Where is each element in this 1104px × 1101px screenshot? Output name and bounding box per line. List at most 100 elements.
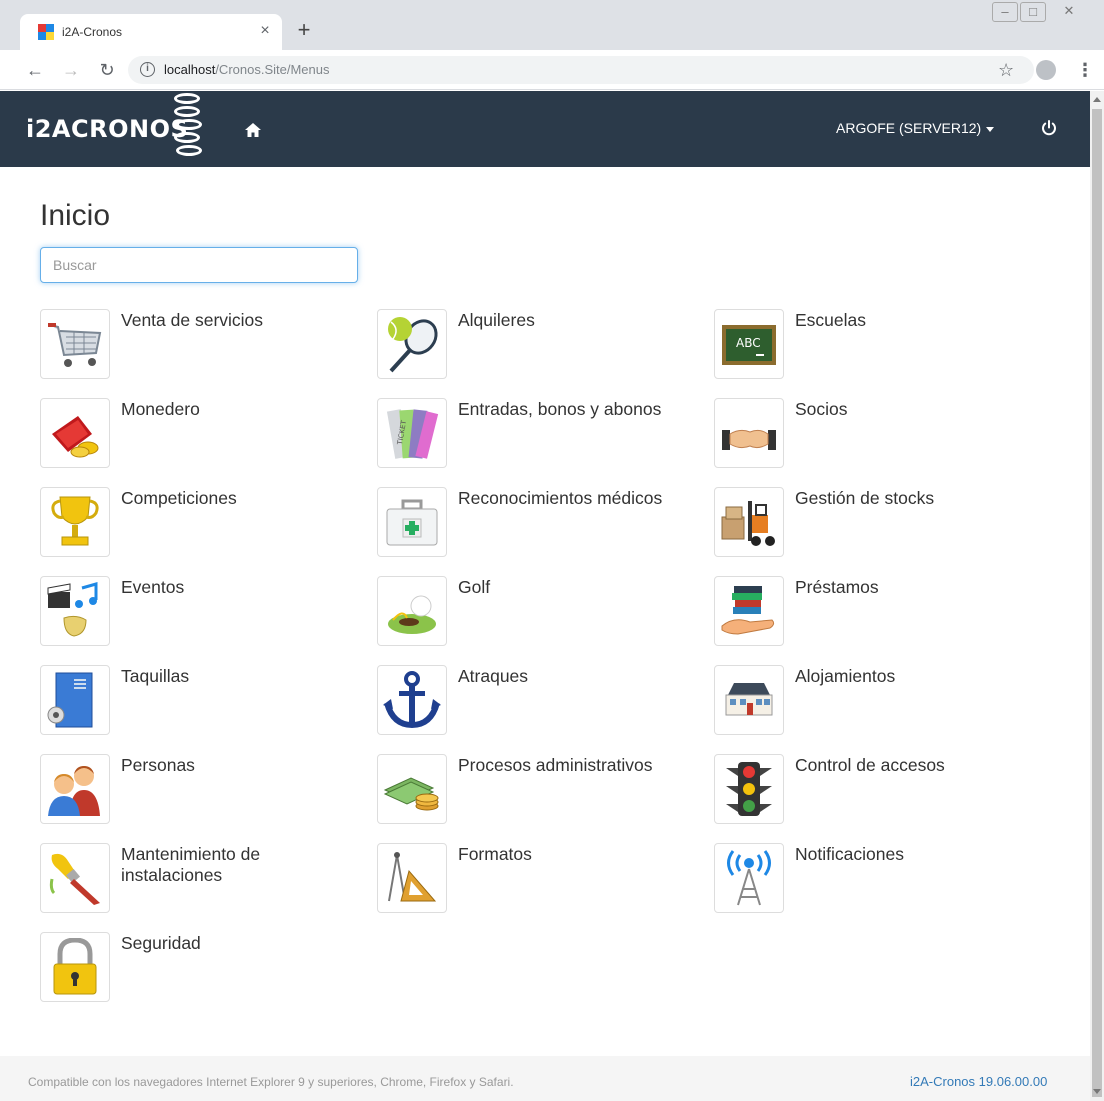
menu-item-label[interactable]: Competiciones	[121, 488, 361, 509]
browser-menu-icon[interactable]: ⋮	[1076, 60, 1094, 80]
menu-item-golf[interactable]: Golf	[377, 576, 707, 648]
menu-item-label[interactable]: Entradas, bonos y abonos	[458, 399, 698, 420]
people-icon[interactable]	[40, 754, 110, 824]
menu-item-prestamos[interactable]: Préstamos	[714, 576, 1044, 648]
house-icon[interactable]	[714, 665, 784, 735]
handshake-icon[interactable]	[714, 398, 784, 468]
menu-item-socios[interactable]: Socios	[714, 398, 1044, 470]
tab-title: i2A-Cronos	[62, 25, 123, 39]
scroll-down-arrow-icon[interactable]	[1093, 1089, 1101, 1094]
menu-item-entradas-bonos-abonos[interactable]: TICKET Entradas, bonos y abonos	[377, 398, 707, 470]
back-icon[interactable]: ←	[24, 59, 46, 81]
menu-item-label[interactable]: Control de accesos	[795, 755, 1035, 776]
maximize-icon[interactable]: □	[1020, 2, 1046, 22]
menu-item-label[interactable]: Eventos	[121, 577, 361, 598]
menu-item-label[interactable]: Notificaciones	[795, 844, 1035, 865]
wallet-icon[interactable]	[40, 398, 110, 468]
page-scrollbar[interactable]	[1090, 91, 1104, 1101]
window-close-icon[interactable]: ✕	[1056, 2, 1082, 22]
menu-item-competiciones[interactable]: Competiciones	[40, 487, 370, 559]
logo-ring-icon	[174, 106, 200, 117]
caret-down-icon	[986, 126, 995, 132]
menu-item-eventos[interactable]: Eventos	[40, 576, 370, 648]
menu-item-alojamientos[interactable]: Alojamientos	[714, 665, 1044, 737]
drafting-tools-icon[interactable]	[377, 843, 447, 913]
menu-item-reconocimientos-medicos[interactable]: Reconocimientos médicos	[377, 487, 707, 559]
profile-avatar-icon[interactable]	[1036, 60, 1056, 80]
books-hand-icon[interactable]	[714, 576, 784, 646]
tickets-icon[interactable]: TICKET	[377, 398, 447, 468]
logo-ring-icon	[174, 93, 200, 104]
paint-brush-icon[interactable]	[40, 843, 110, 913]
user-dropdown[interactable]: ARGOFE (SERVER12)	[836, 120, 995, 136]
menu-item-label[interactable]: Golf	[458, 577, 698, 598]
forklift-icon[interactable]	[714, 487, 784, 557]
money-icon[interactable]	[377, 754, 447, 824]
menu-item-label[interactable]: Alojamientos	[795, 666, 1035, 687]
tennis-racket-icon[interactable]	[377, 309, 447, 379]
menu-item-escuelas[interactable]: ABC Escuelas	[714, 309, 1044, 381]
trophy-icon[interactable]	[40, 487, 110, 557]
scroll-thumb[interactable]	[1092, 109, 1102, 1097]
menu-item-label[interactable]: Formatos	[458, 844, 698, 865]
menu-item-label[interactable]: Monedero	[121, 399, 361, 420]
menu-item-label[interactable]: Personas	[121, 755, 361, 776]
logo-ring-icon	[176, 119, 202, 130]
search-input[interactable]	[40, 247, 358, 283]
menu-item-mantenimiento-de-instalaciones[interactable]: Mantenimiento de instalaciones	[40, 843, 370, 915]
minimize-icon[interactable]: –	[992, 2, 1018, 22]
favicon-icon	[38, 24, 54, 40]
brand-logo[interactable]: i2ACRONOS	[26, 91, 226, 167]
menu-item-seguridad[interactable]: Seguridad	[40, 932, 370, 1004]
events-icon[interactable]	[40, 576, 110, 646]
locker-icon[interactable]	[40, 665, 110, 735]
menu-item-atraques[interactable]: Atraques	[377, 665, 707, 737]
menu-item-monedero[interactable]: Monedero	[40, 398, 370, 470]
anchor-icon[interactable]	[377, 665, 447, 735]
info-icon[interactable]: i	[140, 62, 155, 77]
menu-item-label[interactable]: Mantenimiento de instalaciones	[121, 844, 361, 886]
menu-item-label[interactable]: Atraques	[458, 666, 698, 687]
menu-item-label[interactable]: Préstamos	[795, 577, 1035, 598]
menu-item-taquillas[interactable]: Taquillas	[40, 665, 370, 737]
menu-item-label[interactable]: Procesos administrativos	[458, 755, 698, 776]
menu-item-label[interactable]: Reconocimientos médicos	[458, 488, 698, 509]
user-label: ARGOFE (SERVER12)	[836, 120, 982, 136]
menu-item-label[interactable]: Gestión de stocks	[795, 488, 1035, 509]
forward-icon[interactable]: →	[60, 59, 82, 81]
menu-item-control-de-accesos[interactable]: Control de accesos	[714, 754, 1044, 826]
menu-item-label[interactable]: Taquillas	[121, 666, 361, 687]
power-icon[interactable]	[1040, 119, 1058, 137]
menu-item-procesos-administrativos[interactable]: Procesos administrativos	[377, 754, 707, 826]
address-bar[interactable]: i localhost/Cronos.Site/Menus	[128, 56, 1034, 84]
traffic-light-icon[interactable]	[714, 754, 784, 824]
padlock-icon[interactable]	[40, 932, 110, 1002]
tab-close-icon[interactable]: ×	[256, 22, 274, 40]
menu-item-label[interactable]: Venta de servicios	[121, 310, 361, 331]
menu-item-alquileres[interactable]: Alquileres	[377, 309, 707, 381]
menu-item-personas[interactable]: Personas	[40, 754, 370, 826]
home-icon[interactable]	[244, 121, 262, 139]
menu-item-gestion-de-stocks[interactable]: Gestión de stocks	[714, 487, 1044, 559]
window-controls: – □ ✕	[986, 2, 1102, 22]
chalkboard-icon[interactable]: ABC	[714, 309, 784, 379]
url-text: localhost/Cronos.Site/Menus	[164, 62, 329, 77]
scroll-up-arrow-icon[interactable]	[1093, 97, 1101, 102]
menu-item-formatos[interactable]: Formatos	[377, 843, 707, 915]
menu-item-label[interactable]: Escuelas	[795, 310, 1035, 331]
menu-item-label[interactable]: Socios	[795, 399, 1035, 420]
menu-item-notificaciones[interactable]: Notificaciones	[714, 843, 1044, 915]
menu-item-label[interactable]: Seguridad	[121, 933, 361, 954]
app-version: i2A-Cronos 19.06.00.00	[910, 1074, 1048, 1089]
menu-item-venta-de-servicios[interactable]: Venta de servicios	[40, 309, 370, 381]
reload-icon[interactable]: ↻	[96, 59, 118, 81]
golf-icon[interactable]	[377, 576, 447, 646]
browser-tab[interactable]: i2A-Cronos ×	[20, 14, 282, 50]
new-tab-button[interactable]: +	[293, 19, 315, 41]
menu-item-label[interactable]: Alquileres	[458, 310, 698, 331]
shopping-cart-icon[interactable]	[40, 309, 110, 379]
bookmark-star-icon[interactable]: ☆	[998, 59, 1014, 81]
page-title: Inicio	[40, 199, 111, 232]
antenna-icon[interactable]	[714, 843, 784, 913]
first-aid-kit-icon[interactable]	[377, 487, 447, 557]
